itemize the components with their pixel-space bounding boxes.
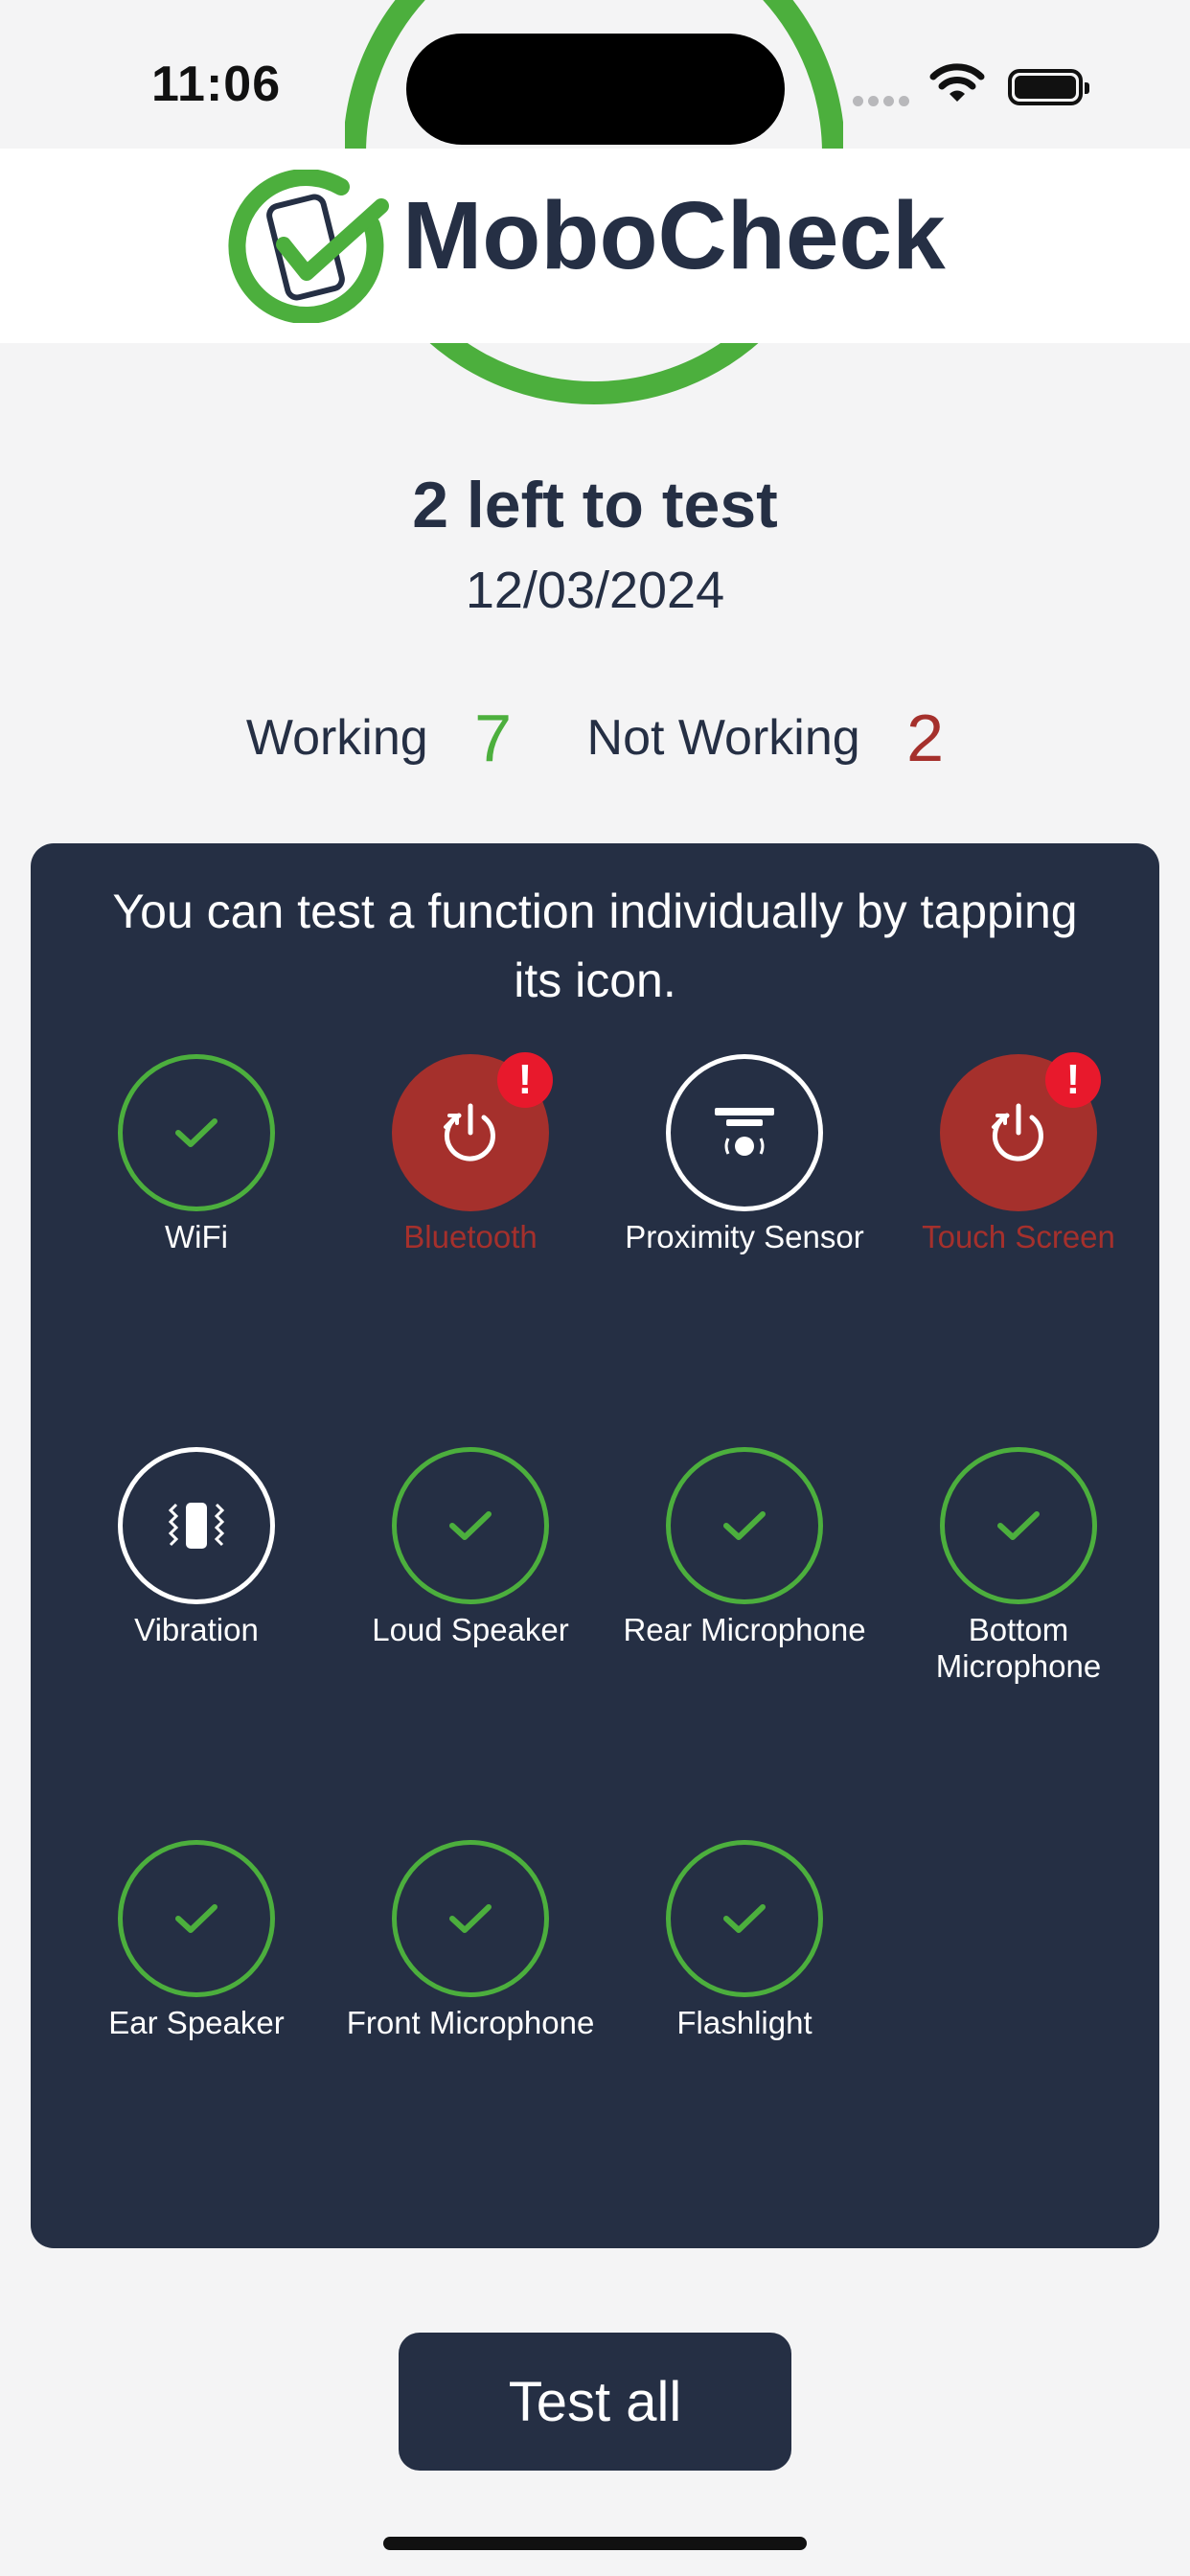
brand-name: MoboCheck <box>402 182 946 289</box>
working-count: 7 <box>474 701 513 775</box>
test-label: Ear Speaker <box>108 2005 285 2040</box>
wifi-icon <box>929 63 985 108</box>
check-icon <box>723 1904 766 1933</box>
test-label: Touch Screen <box>922 1219 1115 1254</box>
clock: 11:06 <box>151 57 282 112</box>
battery-icon <box>1008 69 1089 105</box>
check-icon <box>997 1511 1040 1540</box>
test-panel: You can test a function individually by … <box>31 843 1159 2248</box>
not-working-count: 2 <box>906 701 945 775</box>
test-tile-touch-screen[interactable]: ! Touch Screen <box>881 1052 1156 1255</box>
test-label: Front Microphone <box>346 2005 595 2040</box>
check-icon <box>175 1118 217 1147</box>
test-tile-rear-microphone[interactable]: Rear Microphone <box>607 1447 881 1648</box>
check-icon <box>449 1904 492 1933</box>
proximity-sensor-icon <box>715 1108 774 1156</box>
test-label: Flashlight <box>676 2005 812 2040</box>
not-working-label: Not Working <box>586 710 860 766</box>
test-tile-bottom-microphone[interactable]: Bottom Microphone <box>881 1447 1156 1685</box>
remaining-tests-heading: 2 left to test <box>412 469 778 541</box>
test-label: Proximity Sensor <box>625 1219 864 1254</box>
instruction-text: You can test a function individually by … <box>112 885 1078 1007</box>
cellular-signal-icon <box>853 94 914 111</box>
check-icon <box>723 1511 766 1540</box>
test-tile-wifi[interactable]: WiFi <box>59 1054 333 1255</box>
check-icon <box>175 1904 217 1933</box>
power-retry-icon <box>444 1103 495 1162</box>
test-tile-vibration[interactable]: Vibration <box>59 1447 333 1648</box>
test-label: Rear Microphone <box>623 1612 866 1647</box>
test-tile-front-microphone[interactable]: Front Microphone <box>333 1840 607 2041</box>
test-label: Loud Speaker <box>372 1612 569 1647</box>
check-icon <box>449 1511 492 1540</box>
test-label: Vibration <box>134 1612 259 1647</box>
test-tile-proximity-sensor[interactable]: Proximity Sensor <box>607 1054 881 1255</box>
test-tile-ear-speaker[interactable]: Ear Speaker <box>59 1840 333 2041</box>
test-label: WiFi <box>165 1219 228 1254</box>
test-date: 12/03/2024 <box>465 562 725 619</box>
result-counts: Working 7 Not Working 2 <box>0 700 1190 776</box>
mobocheck-logo-icon <box>228 169 391 328</box>
test-label: Bluetooth <box>403 1219 538 1254</box>
app-header: MoboCheck <box>0 149 1190 343</box>
test-tile-loud-speaker[interactable]: Loud Speaker <box>333 1447 607 1648</box>
test-label: Bottom Microphone <box>935 1612 1102 1684</box>
alert-badge: ! <box>497 1052 553 1108</box>
home-indicator[interactable] <box>383 2537 807 2550</box>
test-tile-bluetooth[interactable]: ! Bluetooth <box>333 1052 607 1255</box>
test-all-button[interactable]: Test all <box>399 2333 791 2471</box>
working-label: Working <box>245 710 428 766</box>
vibration-icon <box>168 1503 225 1549</box>
power-retry-icon <box>992 1103 1043 1162</box>
alert-badge: ! <box>1045 1052 1101 1108</box>
test-tile-flashlight[interactable]: Flashlight <box>607 1840 881 2041</box>
